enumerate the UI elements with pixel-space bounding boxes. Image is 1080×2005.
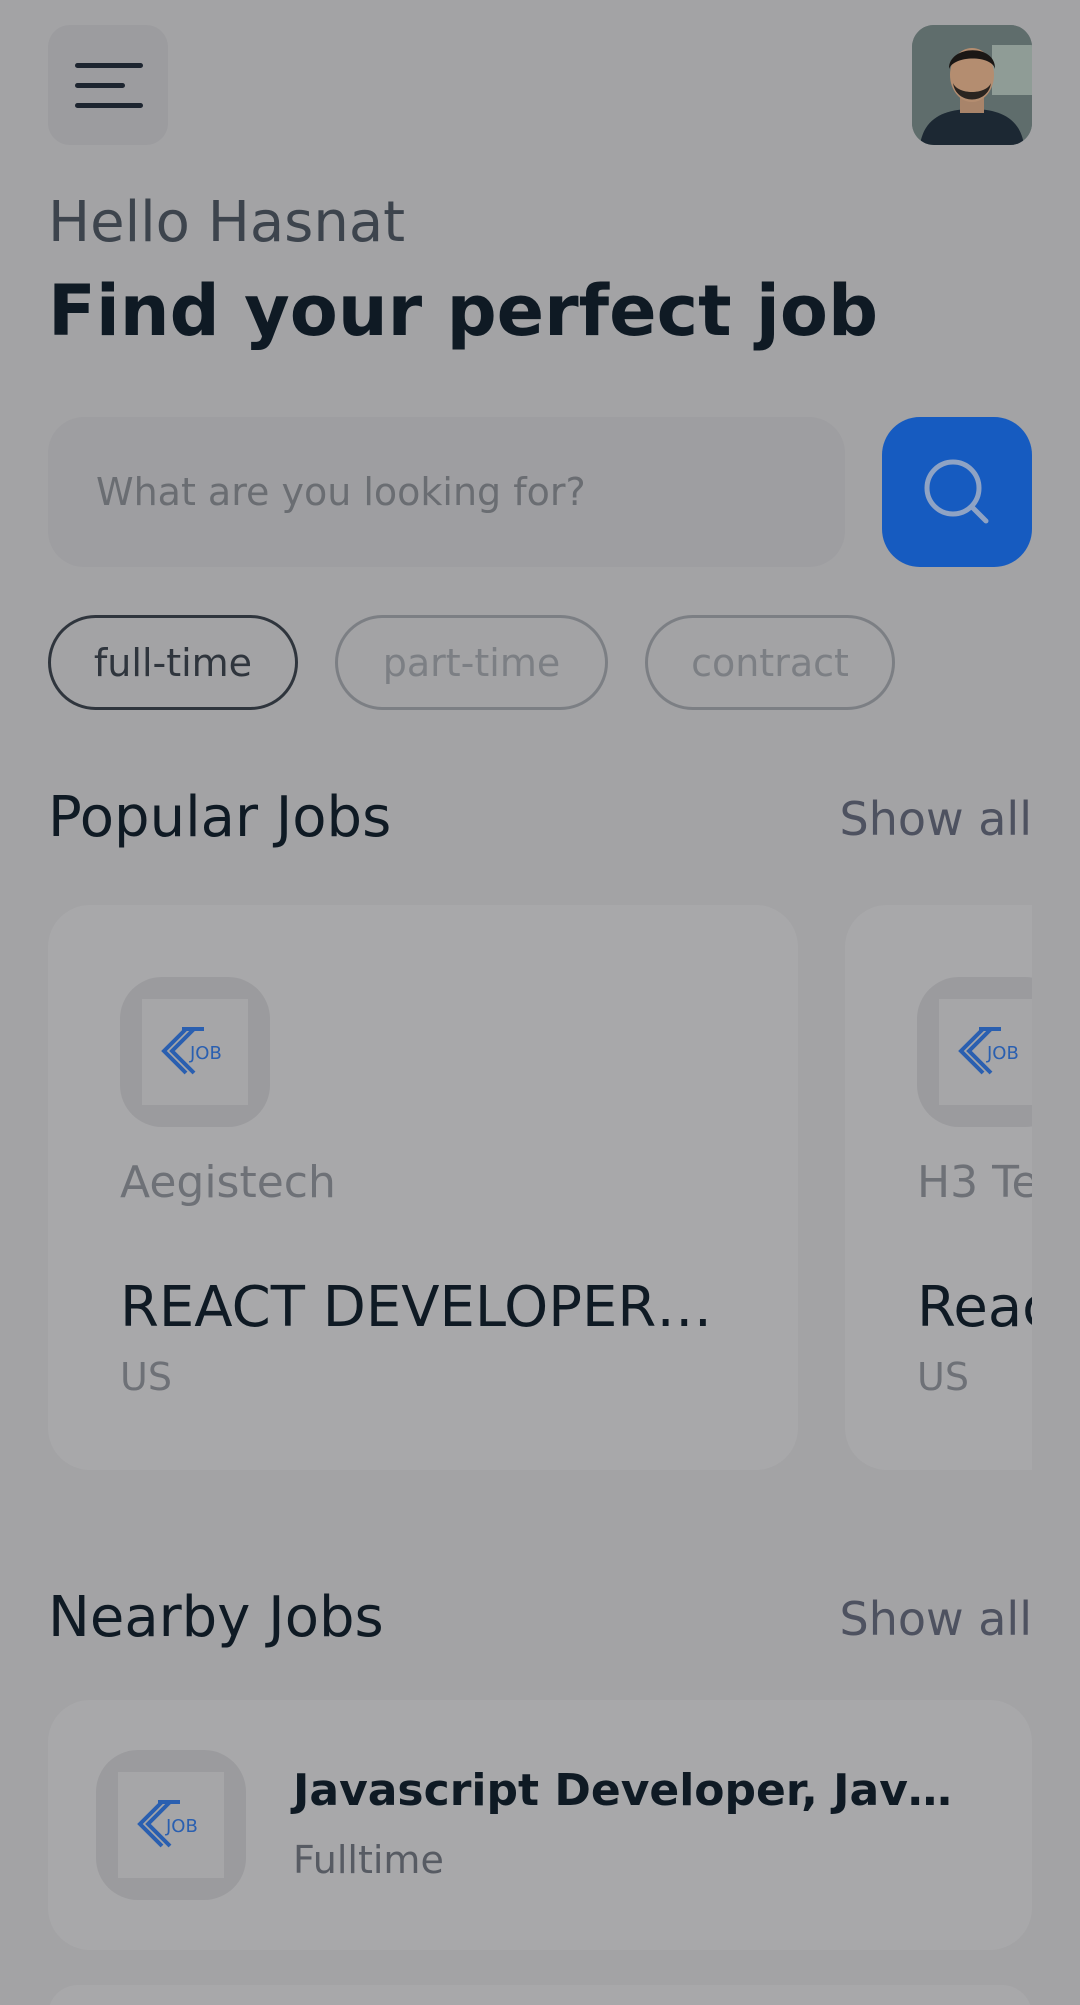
- company-name: Aegistech: [120, 1157, 336, 1208]
- job-title: Javascript Developer, Jav…: [293, 1765, 952, 1816]
- job-type: Fulltime: [293, 1838, 444, 1882]
- popular-jobs-carousel[interactable]: JOB Aegistech REACT DEVELOPER… US JOB H3…: [48, 905, 1032, 1470]
- search-input[interactable]: [96, 417, 776, 567]
- company-name: H3 Te: [917, 1157, 1032, 1208]
- filter-chip-contract[interactable]: contract: [645, 615, 895, 710]
- search-button[interactable]: [882, 417, 1032, 567]
- company-logo: JOB: [917, 977, 1032, 1127]
- company-logo: JOB: [96, 1750, 246, 1900]
- list-item[interactable]: [48, 1985, 1032, 2005]
- job-card[interactable]: JOB H3 Te Reac US: [845, 905, 1032, 1470]
- svg-text:JOB: JOB: [189, 1043, 222, 1064]
- svg-text:JOB: JOB: [165, 1816, 198, 1837]
- menu-button[interactable]: [48, 25, 168, 145]
- job-home-screen: Hello Hasnat Find your perfect job full-…: [0, 0, 1080, 2005]
- filter-chip-part-time[interactable]: part-time: [335, 615, 608, 710]
- job-location: US: [917, 1355, 969, 1399]
- filter-chip-full-time[interactable]: full-time: [48, 615, 298, 710]
- company-logo: JOB: [120, 977, 270, 1127]
- svg-text:JOB: JOB: [986, 1043, 1019, 1064]
- job-title: REACT DEVELOPER…: [120, 1275, 713, 1340]
- nearby-jobs-heading: Nearby Jobs: [48, 1585, 384, 1650]
- job-logo-icon: JOB: [137, 1800, 198, 1848]
- search-field[interactable]: [48, 417, 845, 567]
- greeting-text: Hello Hasnat: [48, 190, 406, 255]
- job-card[interactable]: JOB Aegistech REACT DEVELOPER… US: [48, 905, 798, 1470]
- job-logo-icon: JOB: [958, 1027, 1019, 1075]
- list-item[interactable]: JOB Javascript Developer, Jav… Fulltime: [48, 1700, 1032, 1950]
- job-logo-icon: JOB: [161, 1027, 222, 1075]
- profile-photo: [912, 25, 1032, 145]
- page-title: Find your perfect job: [48, 270, 879, 352]
- popular-jobs-heading: Popular Jobs: [48, 785, 392, 850]
- popular-show-all-link[interactable]: Show all: [840, 792, 1033, 846]
- nearby-show-all-link[interactable]: Show all: [840, 1592, 1033, 1646]
- search-icon: [924, 459, 989, 524]
- job-title: Reac: [917, 1275, 1032, 1340]
- job-location: US: [120, 1355, 172, 1399]
- avatar[interactable]: [912, 25, 1032, 145]
